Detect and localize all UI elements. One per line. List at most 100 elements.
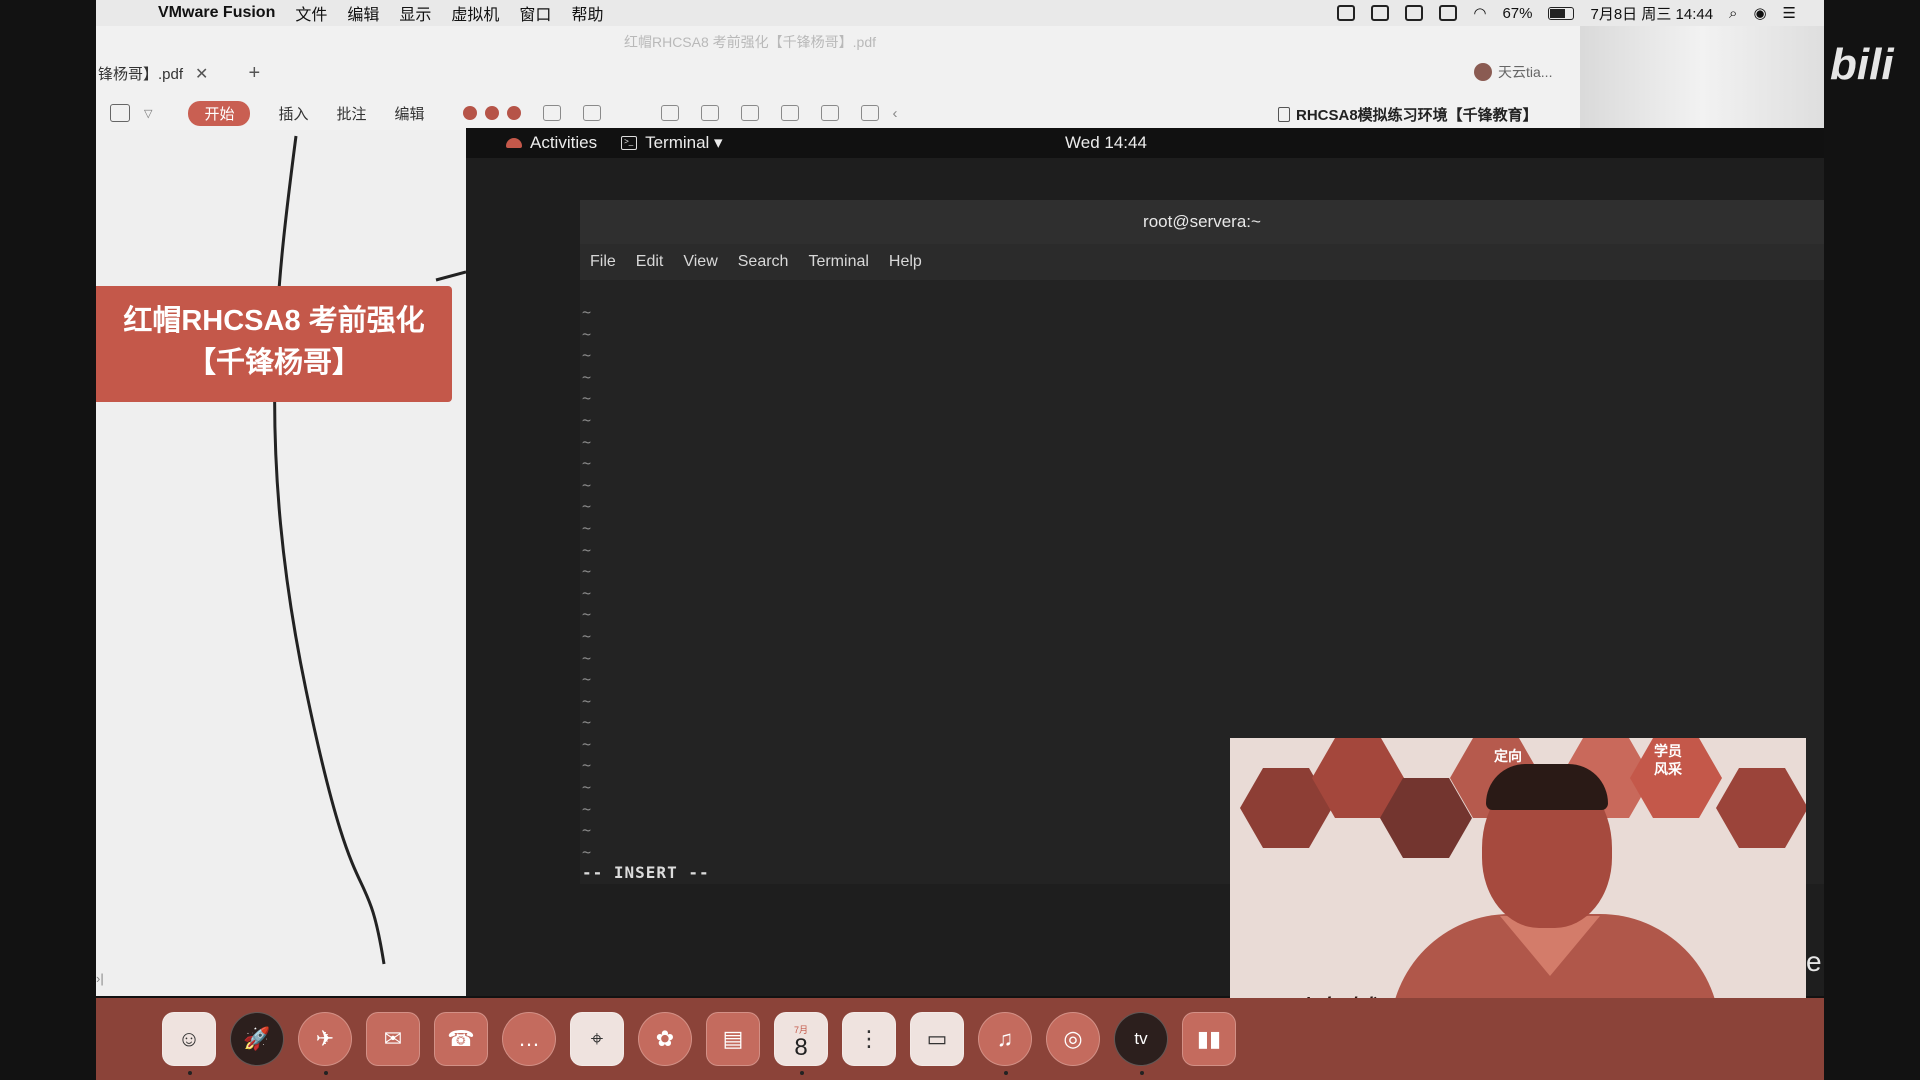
document-title: 红帽RHCSA8 考前强化【千锋杨哥】.pdf [623,34,877,50]
share-icon[interactable] [820,105,839,121]
mail-icon[interactable]: ✉ [366,1012,420,1066]
terminal-menu-search[interactable]: Search [738,253,789,271]
macos-menubar: VMware Fusion 文件 编辑 显示 虚拟机 窗口 帮助 ◠ 67% 7… [96,0,1824,26]
pdf-tab[interactable]: 锋杨哥】.pdf ✕ + [98,62,260,85]
user-name: 天云tia... [1498,64,1553,80]
menu-file[interactable]: 文件 [295,1,327,25]
battery-icon[interactable] [1548,6,1575,20]
bilibili-watermark: bili [1830,40,1894,89]
pdf-tab-label[interactable]: 锋杨哥】.pdf [98,63,183,84]
zoom-window-button[interactable] [506,106,521,120]
close-window-button[interactable] [462,106,477,120]
macos-dock: ☺ 🚀 ✈ ✉ ☎ … ⌖ ✿ ▤ 7月 8 ⋮ ▭ ♫ ◎ tv ▮▮ [96,998,1824,1080]
vim-empty-line: ~ [582,691,592,710]
chevron-left-icon[interactable]: ‹ [893,105,898,122]
vim-empty-line: ~ [582,670,592,689]
terminal-menu-help[interactable]: Help [889,253,922,271]
terminal-menu-view[interactable]: View [683,253,717,271]
terminal-menubar: File Edit View Search Terminal Help [580,244,1824,280]
document-icon [1278,107,1290,122]
vim-empty-line: ~ [582,605,592,624]
pdf-page[interactable]: 红帽RHCSA8 考前强化【千锋杨哥】 ›| [96,130,466,996]
vim-empty-line: ~ [582,583,592,602]
vim-empty-line: ~ [582,346,592,365]
maps-icon[interactable]: ⌖ [570,1012,624,1066]
wifi-icon[interactable]: ◠ [1473,4,1486,22]
menubar-status-area: ◠ 67% 7月8日 周三 14:44 ⌕ ◉ ☰ [1337,3,1796,24]
vim-empty-line: ~ [582,518,592,537]
activities-label: Activities [530,133,598,152]
app-menu-terminal[interactable]: >_ Terminal ▾ [621,133,723,153]
pause-vm-icon[interactable] [542,105,561,121]
mindmap-lines [273,135,466,965]
terminal-menu-terminal[interactable]: Terminal [808,253,868,271]
control-center-icon[interactable]: ☰ [1783,4,1796,22]
w-status-icon[interactable] [1405,5,1424,21]
vim-empty-line: ~ [582,475,592,494]
menu-window[interactable]: 窗口 [519,1,551,25]
vim-empty-line: ~ [582,713,592,732]
terminal-menu-edit[interactable]: Edit [636,253,664,271]
camera-status-icon[interactable] [1371,5,1390,21]
vim-empty-line: ~ [582,562,592,581]
menu-app-name[interactable]: VMware Fusion [158,4,275,22]
pages-icon[interactable]: ▭ [910,1012,964,1066]
photos-icon[interactable]: ✿ [638,1012,692,1066]
tab-start[interactable]: 开始 [188,100,251,126]
vim-empty-line: ~ [582,626,592,645]
close-tab-icon[interactable]: ✕ [195,64,208,84]
safari-icon[interactable]: ✈ [298,1012,352,1075]
snapshot-icon[interactable] [582,105,601,121]
vm-window-title: RHCSA8模拟练习环境【千锋教育】 [1278,104,1538,125]
menu-view[interactable]: 显示 [399,1,431,25]
terminal-menu-file[interactable]: File [590,253,616,271]
calendar-icon[interactable]: 7月 8 [774,1012,828,1075]
user-account[interactable]: 天云tia... [1474,62,1552,82]
chevron-down-icon[interactable]: ▽ [144,107,152,120]
menu-edit[interactable]: 编辑 [347,1,379,25]
sidebar-toggle-icon[interactable] [110,104,130,122]
appletv-icon[interactable]: tv [1114,1012,1168,1075]
activities-button[interactable]: Activities [506,133,597,153]
settings-wrench-icon[interactable] [660,105,679,121]
vim-empty-line: ~ [582,540,592,559]
menu-vm[interactable]: 虚拟机 [451,1,499,25]
tab-insert[interactable]: 插入 [278,103,308,124]
app-menu-label: Terminal ▾ [645,133,723,152]
redhat-icon [506,138,522,148]
vim-empty-line: ~ [582,432,592,451]
finder-icon[interactable]: ☺ [162,1012,216,1075]
messages-icon[interactable]: … [502,1012,556,1066]
launchpad-icon[interactable]: 🚀 [230,1012,284,1066]
network-icon[interactable] [700,105,719,121]
printer-icon[interactable] [740,105,759,121]
menubar-datetime[interactable]: 7月8日 周三 14:44 [1590,3,1713,24]
folder-icon[interactable] [860,105,879,121]
terminal-title: root@servera:~ [580,200,1824,244]
podcasts-icon[interactable]: ◎ [1046,1012,1100,1066]
spotlight-icon[interactable]: ⌕ [1729,5,1737,22]
s-status-icon[interactable] [1439,5,1458,21]
tab-edit[interactable]: 编辑 [395,103,425,124]
pdf-title-card: 红帽RHCSA8 考前强化【千锋杨哥】 [96,286,452,402]
page-nav-icon[interactable]: ›| [96,971,104,986]
new-tab-icon[interactable]: + [248,62,260,85]
avatar [1474,63,1492,81]
facetime-icon[interactable]: ☎ [434,1012,488,1066]
usb-icon[interactable] [780,105,799,121]
pdf-ribbon: ▽ 开始 插入 批注 编辑 ‹ RHCSA8模拟练习环境【千锋教育】 [96,96,1824,130]
screen: VMware Fusion 文件 编辑 显示 虚拟机 窗口 帮助 ◠ 67% 7… [0,0,1920,1080]
menu-help[interactable]: 帮助 [571,1,603,25]
reminders-icon[interactable]: ⋮ [842,1012,896,1066]
notes-icon[interactable]: ▤ [706,1012,760,1066]
tab-annotate[interactable]: 批注 [337,103,367,124]
vmware-status-icon[interactable] [1337,5,1356,21]
numbers-icon[interactable]: ▮▮ [1182,1012,1236,1066]
music-icon[interactable]: ♫ [978,1012,1032,1075]
siri-icon[interactable]: ◉ [1753,4,1766,22]
vim-empty-line: ~ [582,367,592,386]
battery-percent: 67% [1502,4,1533,22]
edge-text: e [1806,946,1822,977]
vim-empty-line: ~ [582,648,592,667]
minimize-window-button[interactable] [484,106,499,120]
